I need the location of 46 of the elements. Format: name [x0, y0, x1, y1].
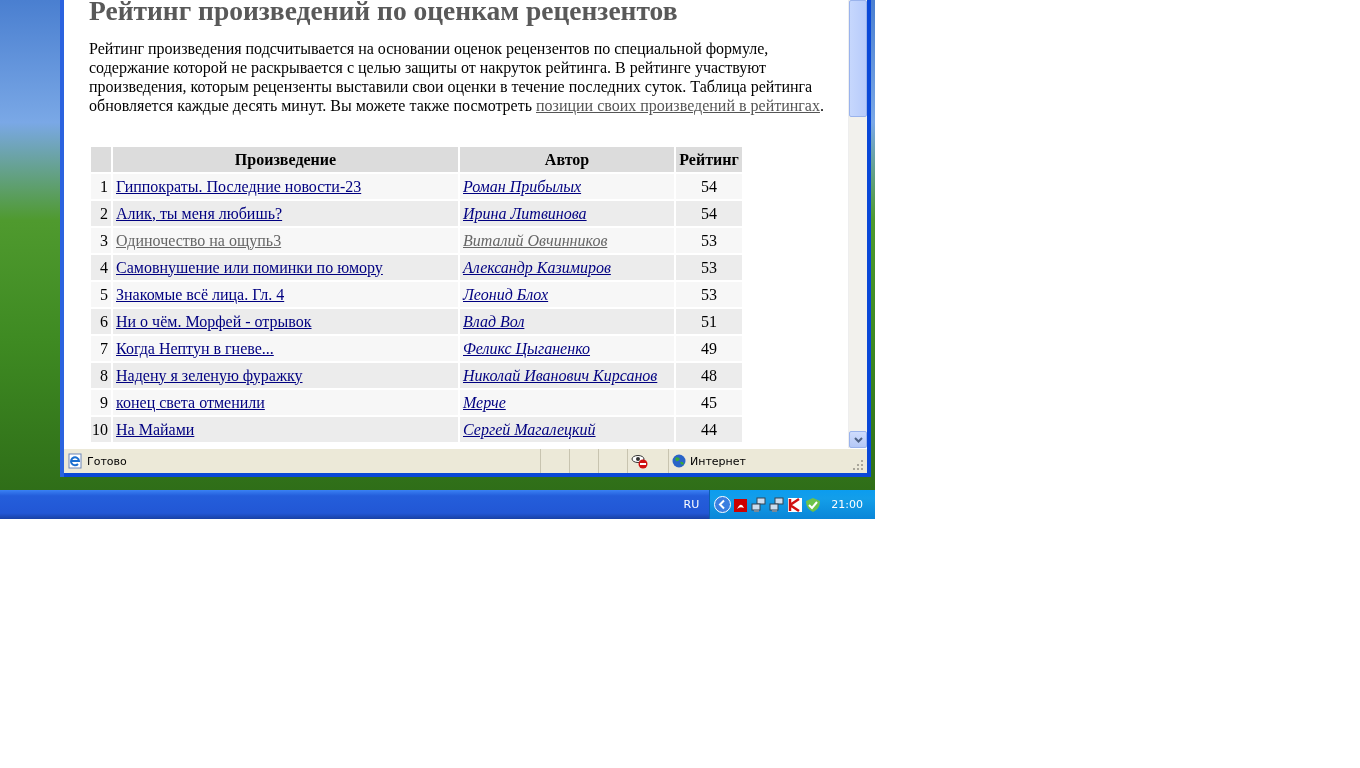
rank-cell: 3 [91, 228, 111, 253]
rating-cell: 54 [676, 201, 742, 226]
rating-cell: 54 [676, 174, 742, 199]
rating-cell: 51 [676, 309, 742, 334]
rank-cell: 10 [91, 417, 111, 442]
chevron-down-icon [853, 436, 863, 443]
k-mark-icon[interactable] [787, 496, 804, 513]
author-link[interactable]: Мерче [463, 393, 506, 411]
rank-cell: 6 [91, 309, 111, 334]
page-heading: Рейтинг произведений по оценкам рецензентов [89, 0, 679, 27]
rating-cell: 44 [676, 417, 742, 442]
pdf-document-icon[interactable] [733, 496, 750, 513]
status-text: Готово [87, 454, 127, 468]
rank-cell: 8 [91, 363, 111, 388]
scrollbar[interactable] [848, 0, 867, 449]
rating-cell: 49 [676, 336, 742, 361]
rank-cell: 1 [91, 174, 111, 199]
scroll-down-button[interactable] [849, 431, 867, 449]
rating-cell: 48 [676, 363, 742, 388]
language-indicator[interactable]: RU [683, 498, 700, 511]
zone-text: Интернет [690, 454, 746, 468]
globe-icon [672, 454, 686, 469]
scrollbar-thumb[interactable] [849, 0, 867, 117]
rating-cell: 45 [676, 390, 742, 415]
rating-cell: 53 [676, 255, 742, 280]
rating-cell: 53 [676, 282, 742, 307]
resize-grip-icon[interactable] [852, 459, 864, 472]
work-link[interactable]: На Майами [116, 420, 195, 438]
header-cell [91, 147, 111, 172]
rankings-link[interactable]: позиции своих произведений в рейтингах [536, 97, 820, 114]
intro-paragraph: Рейтинг произведения подсчитывается на основании оценок рецензентов по специальной формуле, содержание которой не раскрывается с целью защиты от накруток рейтинга. В рейтинге участвуют произведения, которым рецензенты выставили свои оценки в течение последних суток. Таблица рейтинга обновляется каждые десять минут. Вы можете также посмотреть позиции своих произведений в рейтингах. [89, 39, 825, 115]
check-shield-icon[interactable] [805, 496, 822, 513]
rank-cell: 9 [91, 390, 111, 415]
column-header: Произведение [113, 147, 458, 172]
browser-page-icon [67, 453, 83, 470]
rank-cell: 4 [91, 255, 111, 280]
column-header: Автор [460, 147, 674, 172]
rank-cell: 2 [91, 201, 111, 226]
rank-cell: 5 [91, 282, 111, 307]
network-computers-icon[interactable] [769, 496, 786, 513]
chevron-left-icon[interactable] [714, 496, 732, 513]
network-computers-icon[interactable] [751, 496, 768, 513]
column-header: Рейтинг [676, 147, 742, 172]
rating-cell: 53 [676, 228, 742, 253]
rank-cell: 7 [91, 336, 111, 361]
blocked-eye-icon[interactable] [631, 453, 649, 470]
